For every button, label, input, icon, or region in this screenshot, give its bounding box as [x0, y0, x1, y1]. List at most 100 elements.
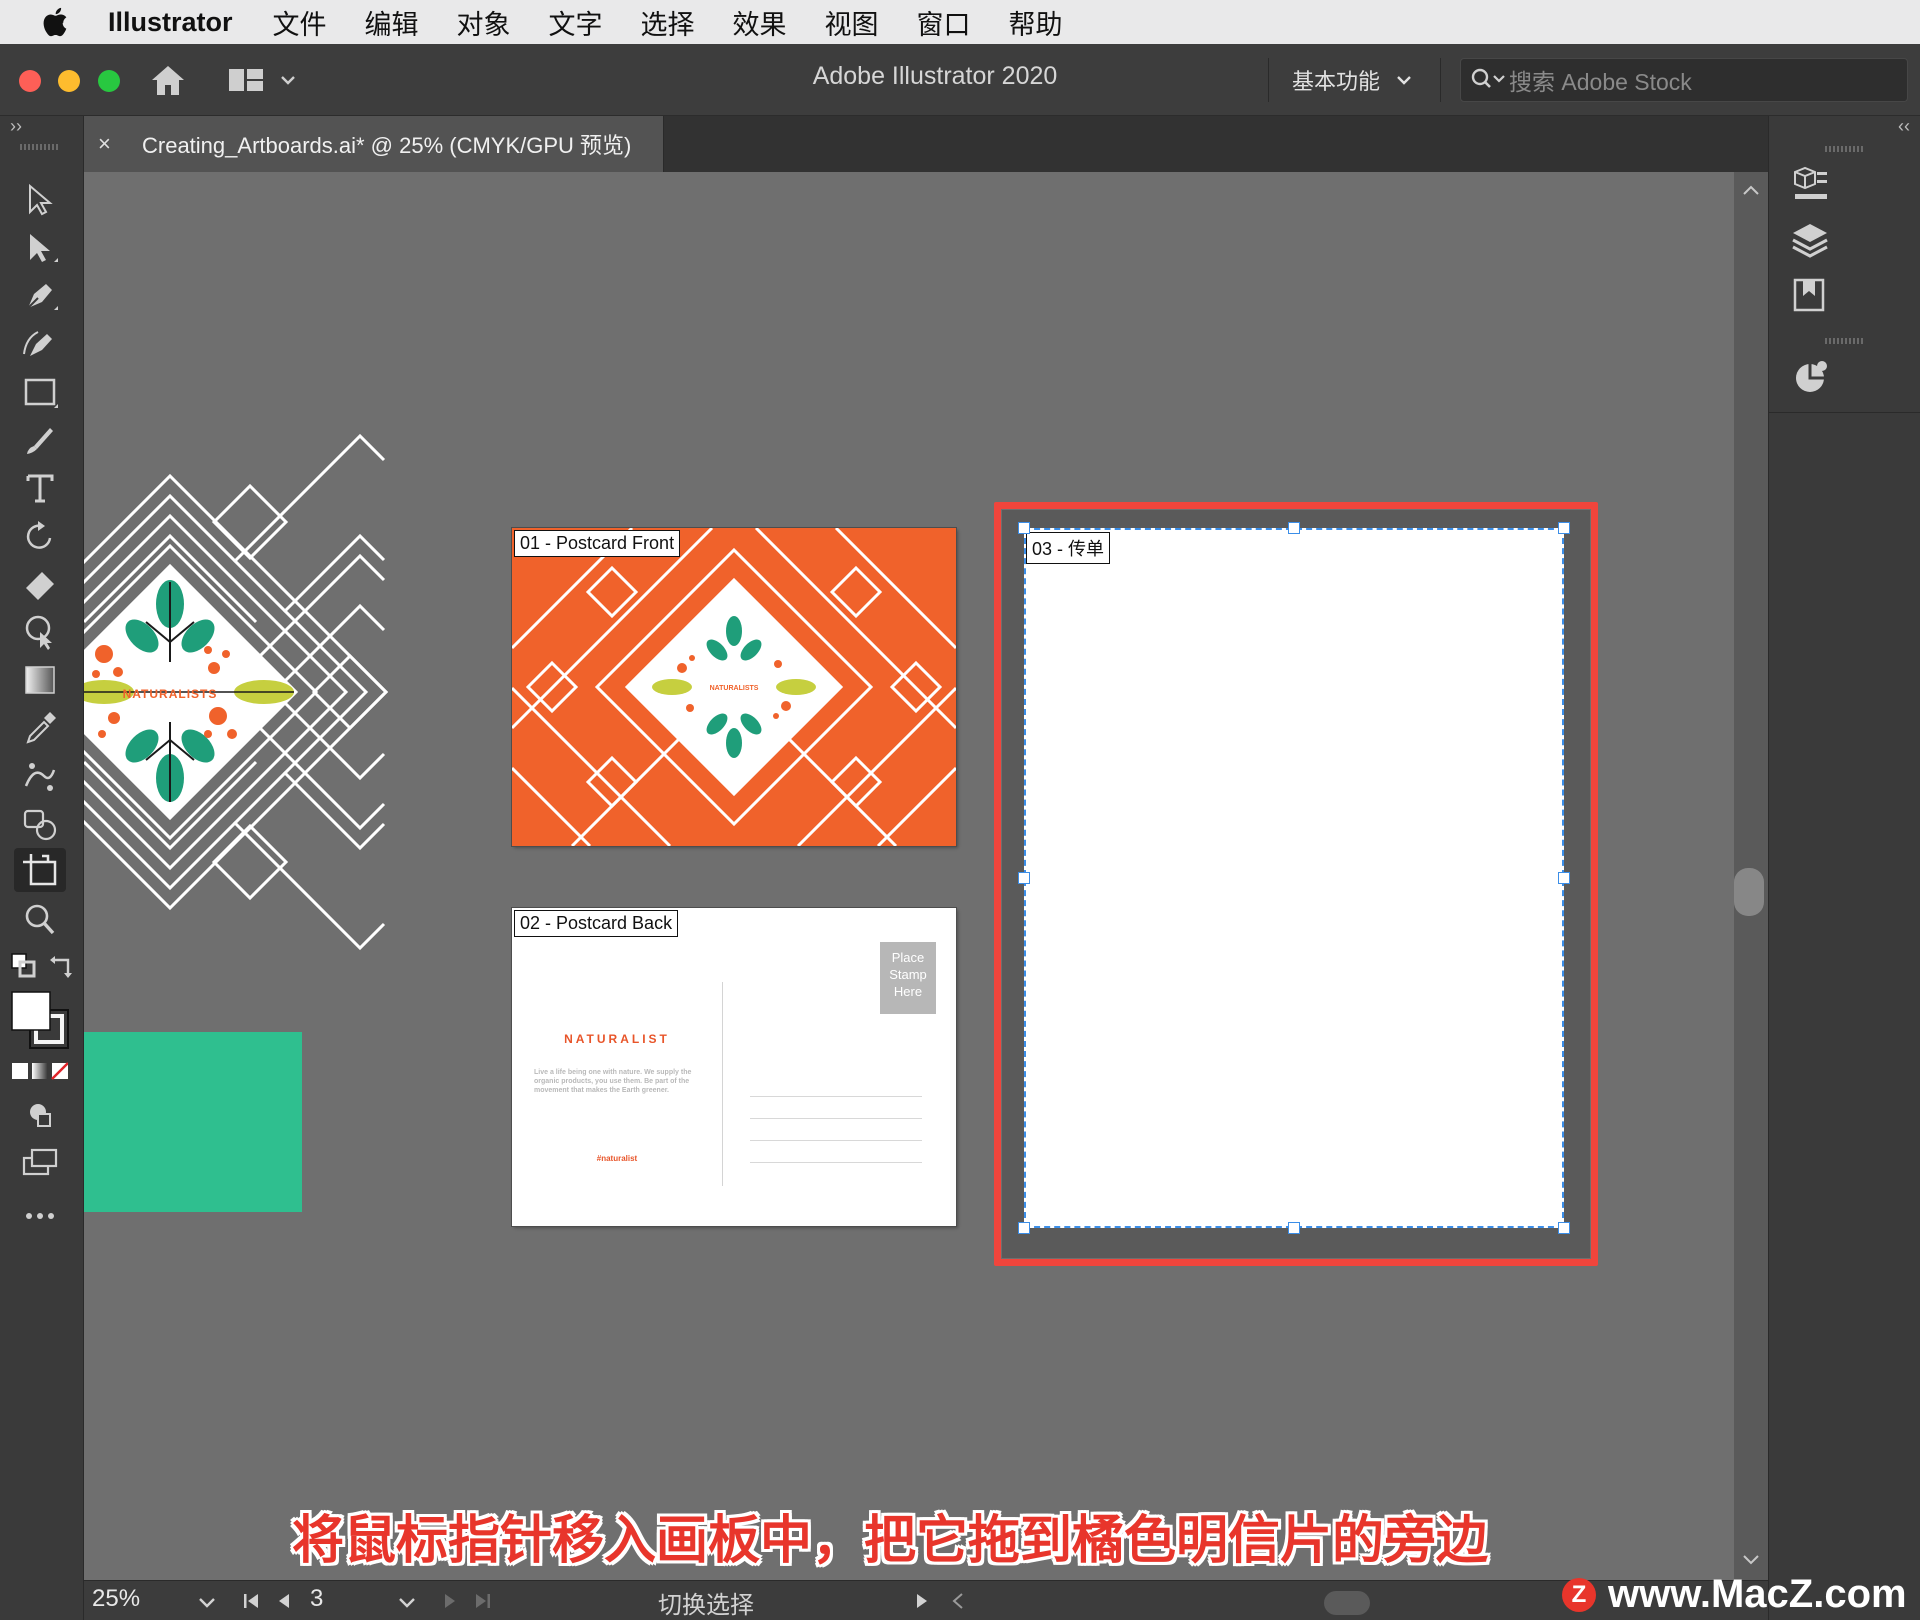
watermark-text: www.MacZ.com	[1608, 1572, 1907, 1616]
menu-file[interactable]: 文件	[273, 3, 327, 42]
default-fill-stroke-icon[interactable]	[10, 952, 38, 980]
artboard-label[interactable]: 02 - Postcard Back	[514, 910, 679, 937]
color-guide-panel-icon[interactable]	[1789, 356, 1831, 398]
pen-tool-icon[interactable]	[20, 276, 60, 316]
artboard-label[interactable]: 01 - Postcard Front	[514, 530, 681, 557]
next-artboard-icon[interactable]	[440, 1591, 460, 1611]
menu-help[interactable]: 帮助	[1009, 3, 1063, 42]
resize-handle-top-right[interactable]	[1558, 522, 1570, 534]
draw-mode-icon[interactable]	[20, 1096, 60, 1136]
artboard-selection-frame	[1024, 528, 1564, 1228]
menu-type[interactable]: 文字	[549, 3, 603, 42]
resize-handle-bottom-right[interactable]	[1558, 1222, 1570, 1234]
postcard-divider	[722, 982, 723, 1186]
fill-stroke-swatch-icon[interactable]	[10, 990, 72, 1052]
eyedropper-tool-icon[interactable]	[20, 708, 60, 748]
close-tab-icon[interactable]: ×	[98, 131, 120, 157]
puppet-warp-tool-icon[interactable]	[20, 612, 60, 652]
properties-panel-icon[interactable]	[1789, 164, 1831, 206]
watermark: Z www.MacZ.com	[1562, 1572, 1907, 1617]
color-mode-icon[interactable]	[12, 1062, 68, 1080]
curvature-tool-icon[interactable]	[20, 324, 60, 364]
tutorial-caption: 将鼠标指针移入画板中，把它拖到橘色明信片的旁边	[291, 1512, 1488, 1570]
zoom-level-field[interactable]: 25%	[92, 1585, 192, 1619]
resize-handle-right[interactable]	[1558, 872, 1570, 884]
artboard-postcard-front[interactable]: NATURALISTS 01 - Postcard Front	[512, 528, 956, 846]
status-bar: 25% 3 切换选择	[84, 1580, 1768, 1620]
collapse-right-panel-icon[interactable]: ‹‹	[1898, 116, 1910, 137]
vertical-scrollbar[interactable]	[1734, 172, 1768, 1580]
stamp-line: Place	[891, 950, 925, 965]
adobe-stock-search[interactable]: 搜索 Adobe Stock	[1460, 58, 1908, 102]
green-rectangle[interactable]	[84, 1032, 302, 1212]
search-icon	[1471, 68, 1505, 88]
menu-select[interactable]: 选择	[641, 3, 695, 42]
last-artboard-icon[interactable]	[472, 1591, 492, 1611]
scrollbar-thumb[interactable]	[1734, 868, 1764, 916]
screen-mode-icon[interactable]	[20, 1142, 60, 1182]
libraries-panel-icon[interactable]	[1789, 274, 1831, 316]
workspace-switcher[interactable]: 基本功能	[1292, 64, 1414, 96]
workspace-label: 基本功能	[1292, 69, 1381, 94]
paintbrush-tool-icon[interactable]	[20, 420, 60, 460]
address-line	[750, 1118, 922, 1119]
selection-tool-icon[interactable]	[20, 180, 60, 220]
stamp-line: Stamp	[889, 967, 927, 982]
resize-handle-bottom-left[interactable]	[1018, 1222, 1030, 1234]
collapse-left-panel-icon[interactable]: ››	[10, 116, 22, 137]
shape-builder-tool-icon[interactable]	[20, 804, 60, 844]
status-menu-icon[interactable]	[914, 1591, 930, 1611]
postcard-body-text: Live a life being one with nature. We su…	[534, 1069, 692, 1094]
menu-view[interactable]: 视图	[825, 3, 879, 42]
menu-window[interactable]: 窗口	[917, 3, 971, 42]
menu-effect[interactable]: 效果	[733, 3, 787, 42]
artboard-postcard-back[interactable]: 02 - Postcard Back NATURALIST Live a lif…	[512, 908, 956, 1226]
menu-app-name[interactable]: Illustrator	[108, 7, 233, 38]
swap-fill-stroke-icon[interactable]	[48, 952, 76, 980]
chevron-down-icon[interactable]	[196, 1593, 218, 1613]
menu-bar: Illustrator 文件 编辑 对象 文字 选择 效果 视图 窗口 帮助	[0, 0, 1920, 44]
rotate-tool-icon[interactable]	[20, 516, 60, 556]
type-tool-icon[interactable]	[20, 468, 60, 508]
document-title: Creating_Artboards.ai* @ 25% (CMYK/GPU 预…	[142, 133, 632, 158]
previous-artboard-icon[interactable]	[274, 1591, 294, 1611]
postcard-front-pattern: NATURALISTS	[512, 528, 956, 846]
scroll-left-icon[interactable]	[950, 1591, 966, 1611]
artboard-tool-icon	[23, 854, 57, 886]
horizontal-scrollbar-thumb[interactable]	[1324, 1591, 1370, 1615]
layers-panel-icon[interactable]	[1789, 220, 1831, 262]
symbol-sprayer-tool-icon[interactable]	[20, 756, 60, 796]
more-tools-icon[interactable]	[20, 1196, 60, 1236]
app-title-bar: Adobe Illustrator 2020 基本功能 搜索 Adobe Sto…	[0, 44, 1920, 116]
document-tab-bar: × Creating_Artboards.ai* @ 25% (CMYK/GPU…	[84, 116, 1768, 172]
diamond-artwork[interactable]: NATURALISTS	[84, 422, 444, 962]
stamp-placeholder: Place Stamp Here	[880, 942, 936, 1014]
menu-edit[interactable]: 编辑	[365, 3, 419, 42]
scroll-up-icon[interactable]	[1742, 184, 1760, 196]
panel-grip[interactable]	[1825, 146, 1865, 152]
resize-handle-left[interactable]	[1018, 872, 1030, 884]
panel-grip[interactable]	[1825, 338, 1865, 344]
chevron-down-icon	[1397, 76, 1411, 85]
divider	[1769, 412, 1920, 413]
zoom-tool-icon[interactable]	[20, 900, 60, 940]
apple-icon[interactable]	[40, 5, 74, 39]
document-tab[interactable]: × Creating_Artboards.ai* @ 25% (CMYK/GPU…	[84, 116, 664, 172]
resize-handle-top[interactable]	[1288, 522, 1300, 534]
menu-object[interactable]: 对象	[457, 3, 511, 42]
resize-handle-bottom[interactable]	[1288, 1222, 1300, 1234]
artboard-tool-active[interactable]	[14, 848, 66, 892]
resize-handle-top-left[interactable]	[1018, 522, 1030, 534]
right-panel-dock: ‹‹	[1768, 116, 1920, 1620]
canvas[interactable]: NATURALISTS NATURALISTS 01 - Postcard Fr…	[84, 172, 1734, 1580]
chevron-down-icon[interactable]	[396, 1593, 418, 1613]
rectangle-tool-icon[interactable]	[20, 372, 60, 412]
eraser-tool-icon[interactable]	[20, 564, 60, 604]
first-artboard-icon[interactable]	[242, 1591, 262, 1611]
gradient-tool-icon[interactable]	[20, 660, 60, 700]
status-mode-label[interactable]: 切换选择	[658, 1585, 754, 1620]
panel-grip[interactable]	[20, 144, 60, 150]
direct-selection-tool-icon[interactable]	[20, 228, 60, 268]
artboard-number-field[interactable]: 3	[310, 1585, 323, 1613]
search-placeholder: 搜索 Adobe Stock	[1509, 69, 1692, 95]
